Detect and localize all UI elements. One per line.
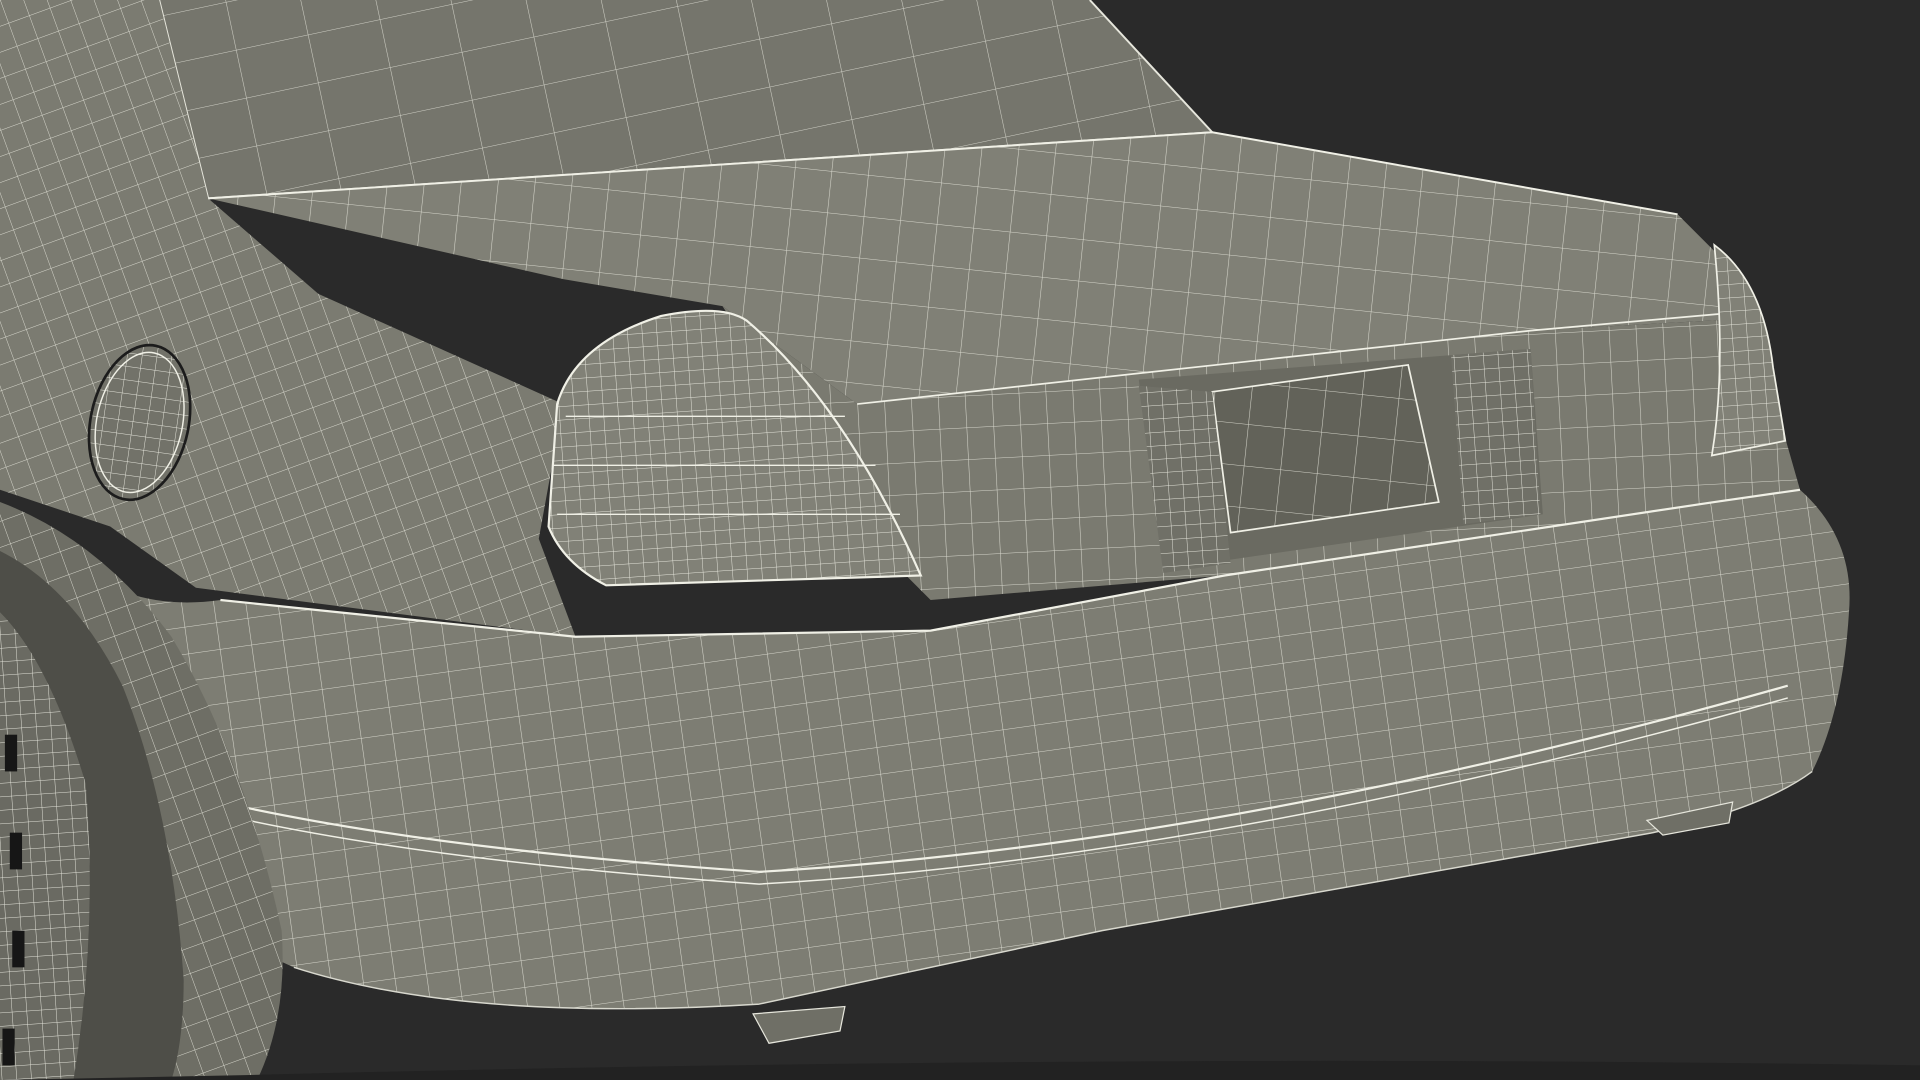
wireframe-scene (0, 0, 1920, 1080)
ground-shadow (0, 1060, 1920, 1080)
right-tail-light (1710, 243, 1787, 457)
wireframe-render-viewport (0, 0, 1920, 1080)
